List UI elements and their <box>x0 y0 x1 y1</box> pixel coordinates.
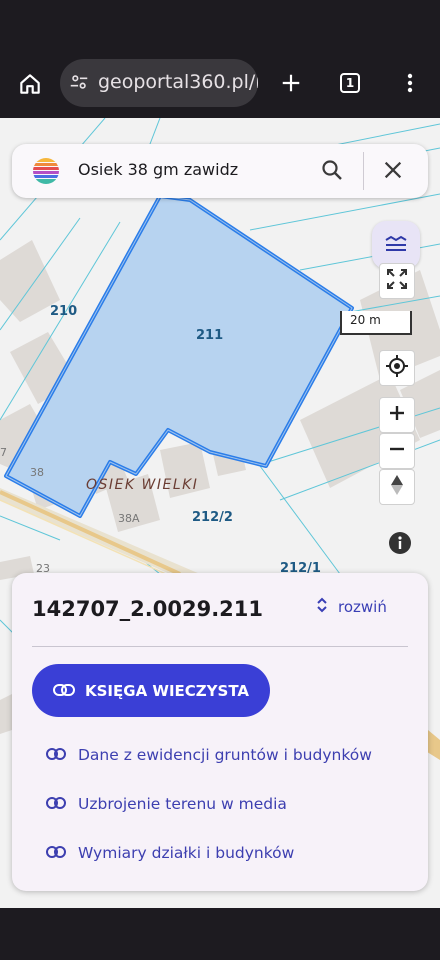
land-registry-label: KSIĘGA WIECZYSTA <box>85 681 249 700</box>
search-divider <box>363 152 364 190</box>
land-registry-button[interactable]: KSIĘGA WIECZYSTA <box>32 664 270 717</box>
search-bar[interactable]: Osiek 38 gm zawidz <box>12 144 428 198</box>
fullscreen-button[interactable] <box>379 263 415 299</box>
panel-divider <box>32 646 408 647</box>
compass-icon <box>389 473 405 501</box>
parcel-label-210: 210 <box>50 304 78 319</box>
unfold-icon <box>316 596 328 618</box>
tabs-icon[interactable]: 1 <box>340 73 360 93</box>
parcel-info-panel: 142707_2.0029.211 rozwiń KSIĘGA WIECZYST… <box>12 573 428 891</box>
zoom-in-button[interactable] <box>379 397 415 433</box>
zoom-out-button[interactable] <box>379 433 415 469</box>
status-bar <box>0 0 440 48</box>
more-vert-icon[interactable] <box>398 71 422 95</box>
link-icon <box>53 682 75 700</box>
search-query: Osiek 38 gm zawidz <box>78 160 239 179</box>
link-land-records[interactable]: Dane z ewidencji gruntów i budynków <box>46 746 372 764</box>
close-icon[interactable] <box>382 159 404 185</box>
rainbow-logo-icon <box>32 157 60 189</box>
compass-button[interactable] <box>379 469 415 505</box>
fullscreen-icon <box>385 267 409 295</box>
expand-button[interactable]: rozwiń <box>316 596 387 618</box>
parcel-label-212-2: 212/2 <box>192 510 233 525</box>
link-utilities-label: Uzbrojenie terenu w media <box>78 795 287 813</box>
tab-count: 1 <box>345 76 355 90</box>
link-utilities[interactable]: Uzbrojenie terenu w media <box>46 795 287 813</box>
expand-label: rozwiń <box>338 598 387 616</box>
scale-label: 20 m <box>350 313 381 327</box>
building-number-7: 7 <box>0 446 7 459</box>
tune-icon[interactable] <box>68 71 90 97</box>
home-icon[interactable] <box>16 70 44 98</box>
zoom-in-icon <box>388 404 406 426</box>
link-icon <box>46 844 66 862</box>
building-number-38: 38 <box>30 466 44 479</box>
system-nav-bar <box>0 908 440 960</box>
link-icon <box>46 795 66 813</box>
locate-icon <box>385 354 409 382</box>
link-dimensions-label: Wymiary działki i budynków <box>78 844 295 862</box>
search-icon[interactable] <box>320 158 344 186</box>
link-icon <box>46 746 66 764</box>
link-land-records-label: Dane z ewidencji gruntów i budynków <box>78 746 372 764</box>
layers-button[interactable] <box>372 221 420 269</box>
parcel-id: 142707_2.0029.211 <box>32 597 264 621</box>
locate-button[interactable] <box>379 350 415 386</box>
layers-icon <box>383 232 409 258</box>
building-number-38a: 38A <box>118 512 140 525</box>
info-icon[interactable] <box>389 532 411 554</box>
place-name-label: OSIEK WIELKI <box>86 477 199 493</box>
parcel-label-211: 211 <box>196 328 224 343</box>
zoom-out-icon <box>388 440 406 462</box>
address-bar[interactable]: geoportal360.pl/r <box>60 59 258 107</box>
scale-bar: 20 m <box>340 311 412 335</box>
url-text: geoportal360.pl/r <box>98 71 258 93</box>
new-tab-icon[interactable] <box>279 71 303 95</box>
link-dimensions[interactable]: Wymiary działki i budynków <box>46 844 294 862</box>
